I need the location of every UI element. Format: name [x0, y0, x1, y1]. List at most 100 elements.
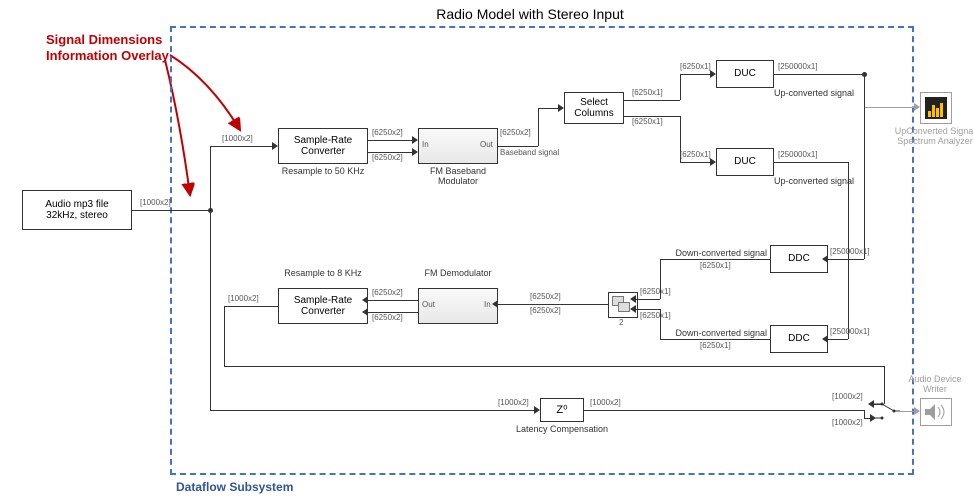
label-duc-1: Up-converted signal [774, 88, 884, 98]
label-ddc-1: Down-converted signal [672, 248, 767, 258]
dim-6250x1-a2: [6250x1] [680, 62, 711, 71]
speaker-icon [923, 401, 949, 423]
wire [636, 309, 660, 310]
diagram-title: Radio Model with Stereo Input [380, 6, 680, 22]
block-audio-source[interactable]: Audio mp3 file 32kHz, stereo [22, 190, 132, 230]
wire [828, 339, 848, 340]
wire [210, 210, 211, 410]
arrowhead [710, 70, 716, 78]
label-duc-2: Up-converted signal [774, 176, 884, 186]
label-latency-compensation: Latency Compensation [512, 424, 612, 434]
arrowhead [822, 255, 828, 263]
annotation-line2: Information Overlay [46, 48, 169, 63]
dim-6250x2-b: [6250x2] [500, 128, 531, 137]
dim-6250x2-c: [6250x2] [530, 292, 561, 301]
dim-1000x2-b: [1000x2] [222, 134, 253, 143]
wire [884, 366, 885, 404]
arrowhead [534, 406, 540, 414]
wire [680, 74, 710, 75]
wire [368, 300, 418, 301]
block-select-columns[interactable]: Select Columns [564, 92, 624, 124]
wire [848, 162, 849, 339]
wire [774, 162, 848, 163]
dim-1000x2-e: [1000x2] [832, 392, 863, 401]
arrowhead [630, 295, 636, 303]
arrowhead [914, 407, 920, 415]
wire [630, 100, 680, 101]
arrowhead [272, 142, 278, 150]
annotation-line1: Signal Dimensions [46, 32, 162, 47]
arrowhead [492, 300, 498, 308]
wire [774, 74, 864, 75]
arrowhead [362, 296, 368, 304]
wire [498, 304, 608, 305]
dim-250k-a: [250000x1] [778, 62, 818, 71]
dim-1000x2-h: [1000x2] [832, 418, 863, 427]
wire [224, 306, 225, 366]
dim-6250x1-c2: [6250x1] [640, 287, 671, 296]
block-src-50khz[interactable]: Sample-Rate Converter [278, 128, 368, 164]
block-duc-2[interactable]: DUC [716, 148, 774, 176]
port-mod-in: In [422, 140, 429, 149]
block-latency-compensation[interactable]: Z⁰ [540, 398, 584, 422]
wire [132, 210, 210, 211]
block-ddc-2[interactable]: DDC [770, 325, 828, 353]
block-manual-switch[interactable] [872, 398, 902, 429]
port-mod-out: Out [480, 140, 493, 149]
wire [538, 108, 558, 109]
label-fm-demodulator: FM Demodulator [418, 268, 498, 278]
block-ddc-1[interactable]: DDC [770, 245, 828, 273]
dim-6250x1-c: [6250x1] [700, 261, 731, 270]
wire [224, 366, 884, 367]
wire [864, 410, 865, 418]
dim-6250x2-a: [6250x2] [372, 128, 403, 137]
dim-1000x2-g: [1000x2] [590, 398, 621, 407]
wire [224, 306, 278, 307]
block-spectrum-analyzer[interactable] [920, 92, 952, 124]
wire [210, 146, 272, 147]
dim-6250x2-d: [6250x2] [372, 288, 403, 297]
wire [864, 74, 865, 259]
diagram-canvas: Radio Model with Stereo Input Signal Dim… [0, 0, 973, 503]
arrowhead [822, 335, 828, 343]
wire [538, 108, 539, 146]
wire [864, 107, 914, 108]
dim-6250x1-b: [6250x1] [632, 117, 663, 126]
wire [636, 299, 660, 300]
block-audio-writer[interactable] [920, 398, 952, 426]
arrowhead [558, 104, 564, 112]
annotation-overlay-text: Signal Dimensions Information Overlay [46, 32, 169, 63]
dim-1000x2-a: [1000x2] [140, 198, 171, 207]
port-demod-in: In [484, 300, 491, 309]
arrowhead [412, 136, 418, 144]
arrowhead [914, 103, 920, 111]
dim-6250x1-a: [6250x1] [632, 88, 663, 97]
wire [368, 140, 412, 141]
label-baseband: Baseband signal [500, 148, 559, 157]
dim-6250x1-d: [6250x1] [700, 341, 731, 350]
arrowhead [868, 400, 874, 408]
dataflow-subsystem-label: Dataflow Subsystem [176, 480, 293, 494]
dim-6250x2-a2: [6250x2] [372, 153, 403, 162]
label-fm-modulator: FM Baseband Modulator [413, 166, 503, 186]
dim-250k-b: [250000x1] [830, 247, 870, 256]
label-audio-writer: Audio Device Writer [902, 374, 968, 394]
wire [498, 146, 538, 147]
wire [584, 410, 864, 411]
dim-250k-d: [250000x1] [830, 327, 870, 336]
dim-250k-c: [250000x1] [778, 150, 818, 159]
block-duc-1[interactable]: DUC [716, 60, 774, 88]
dim-6250x2-c2: [6250x2] [530, 306, 561, 315]
label-src-8khz: Resample to 8 KHz [278, 268, 368, 278]
arrowhead [630, 305, 636, 313]
label-ddc-2: Down-converted signal [672, 328, 767, 338]
label-spectrum-analyzer: UpConverted Signal Spectrum Analyzer [892, 126, 973, 146]
label-src-50khz: Resample to 50 KHz [278, 166, 368, 176]
wire [828, 259, 864, 260]
block-src-8khz[interactable]: Sample-Rate Converter [278, 288, 368, 324]
label-concat-dim: 2 [619, 318, 623, 327]
wire [210, 410, 534, 411]
dim-1000x2-f: [1000x2] [498, 398, 529, 407]
arrowhead [870, 414, 876, 422]
wire [210, 146, 211, 210]
